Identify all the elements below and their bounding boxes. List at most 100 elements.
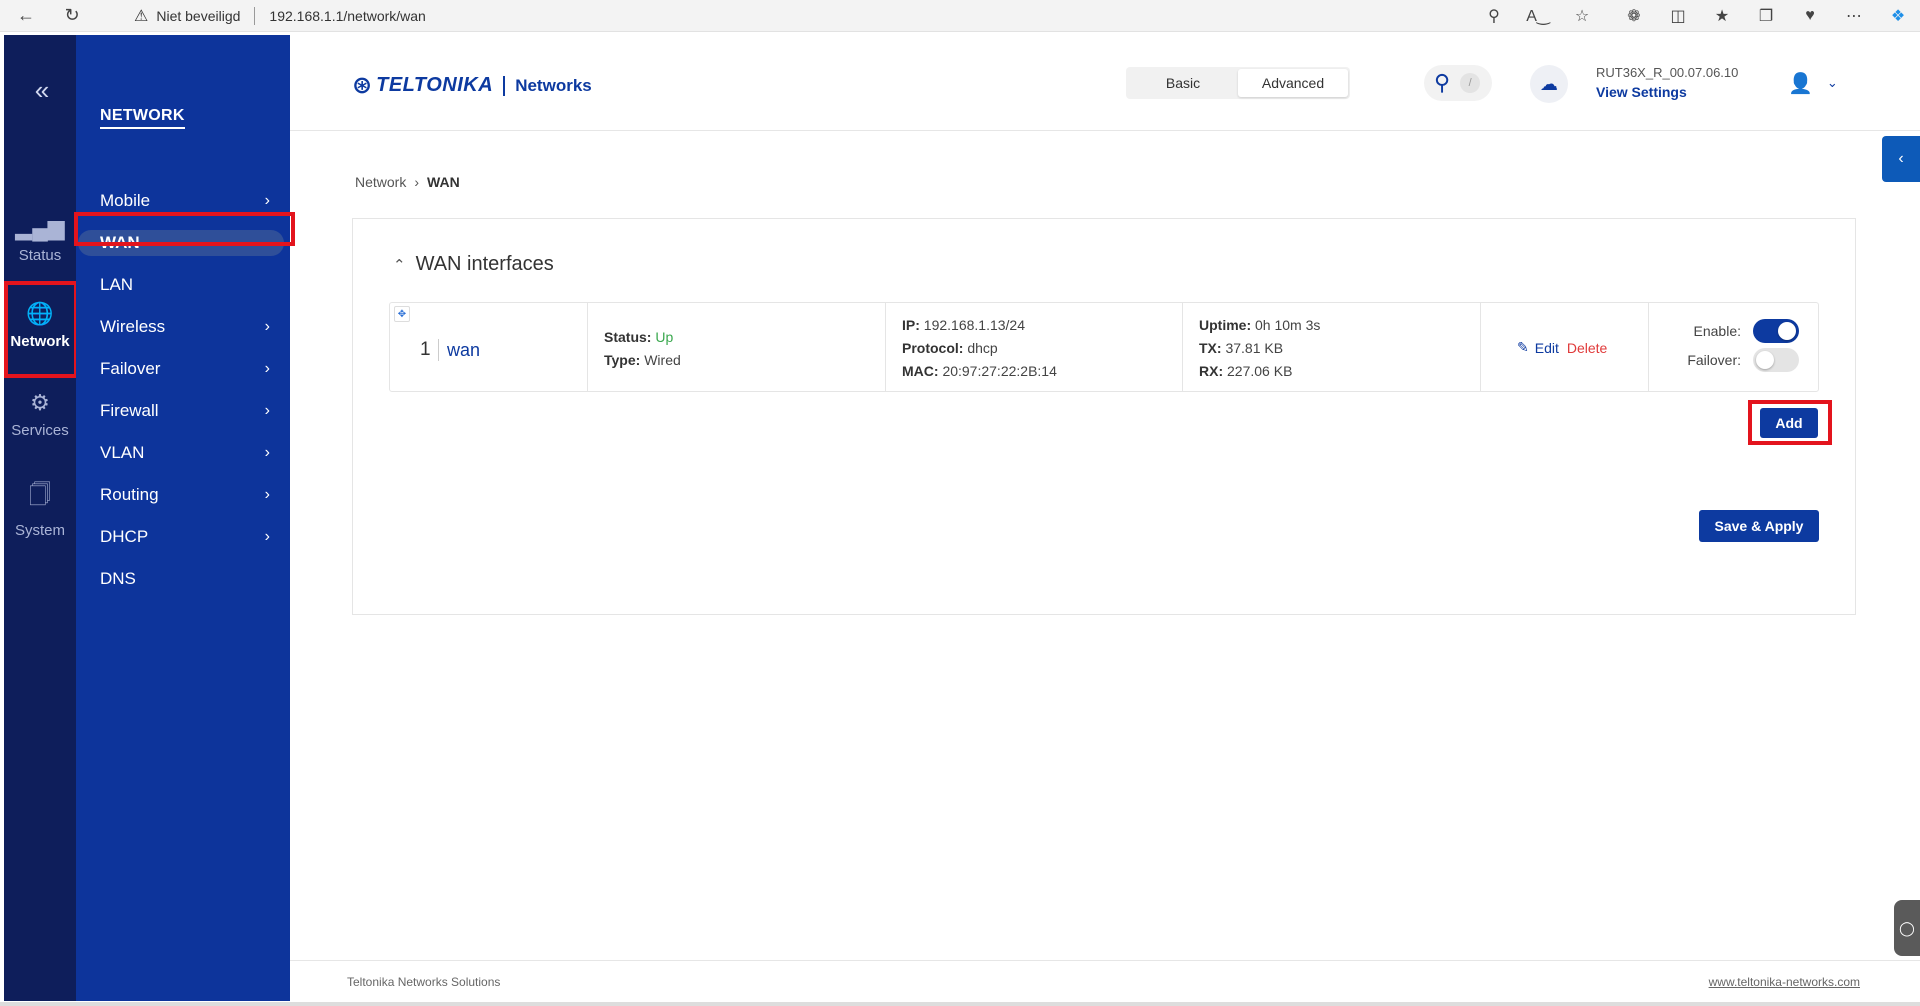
network-cell: IP: 192.168.1.13/24 Protocol: dhcp MAC: … <box>886 303 1183 391</box>
interface-name: wan <box>447 340 481 360</box>
browser-toolbar: ← ↻ ⚠ Niet beveiligd 192.168.1.1/network… <box>0 0 1920 32</box>
enable-label: Enable: <box>1693 323 1741 339</box>
cloud-upload-icon[interactable]: ☁ <box>1530 65 1568 103</box>
rx-value: 227.06 KB <box>1227 363 1293 379</box>
status-line: Status: Up <box>604 329 673 345</box>
nav-item-dhcp[interactable]: DHCP › <box>76 522 290 552</box>
tx-key: TX: <box>1199 340 1222 356</box>
nav-item-label: DHCP <box>100 527 149 546</box>
mode-toggle: Basic Advanced <box>1126 67 1350 99</box>
nav-item-failover[interactable]: Failover › <box>76 354 290 384</box>
highlight-add <box>1748 400 1832 445</box>
mac-value: 20:97:27:22:2B:14 <box>942 363 1057 379</box>
read-aloud-icon[interactable]: A‿ <box>1516 6 1560 26</box>
security-label: Niet beveiligd <box>156 7 241 24</box>
protocol-value: dhcp <box>967 340 998 356</box>
search-button[interactable]: ⚲ / <box>1424 65 1492 101</box>
teltonika-logo[interactable]: ⊛ TELTONIKA Networks <box>352 71 592 100</box>
sidebar-system[interactable]: 🗍 System <box>4 478 76 539</box>
drag-handle-icon[interactable]: ✥ <box>394 306 410 322</box>
signal-icon: ▂▄▆ <box>15 215 65 240</box>
uptime-key: Uptime: <box>1199 317 1252 333</box>
sidebar-system-label: System <box>14 522 65 539</box>
highlight-wan <box>74 212 295 246</box>
refresh-icon[interactable]: ↻ <box>54 0 90 32</box>
pencil-icon: ✎ <box>1517 339 1529 355</box>
chevron-right-icon: › <box>414 174 420 190</box>
chat-icon: ◯ <box>1899 919 1915 936</box>
performance-icon[interactable]: ♥ <box>1788 7 1832 25</box>
key-icon[interactable]: ⚲ <box>1472 6 1516 26</box>
favorite-icon[interactable]: ☆ <box>1560 6 1604 26</box>
edit-label: Edit <box>1534 339 1559 356</box>
url-text[interactable]: 192.168.1.1/network/wan <box>269 8 425 24</box>
collapse-sidebar-icon[interactable]: « <box>4 75 76 106</box>
nav-item-label: Firewall <box>100 401 159 420</box>
interface-name-cell: ✥ 1 wan <box>390 303 588 391</box>
system-icon: 🗍 <box>29 482 51 507</box>
ip-value: 192.168.1.13/24 <box>923 317 1025 333</box>
toggle-knob <box>1778 322 1796 340</box>
section-header[interactable]: ⌃ WAN interfaces <box>393 253 554 276</box>
index-divider <box>438 339 439 361</box>
firmware-info: RUT36X_R_00.07.06.10 View Settings <box>1596 65 1738 100</box>
copilot-icon[interactable]: ❖ <box>1876 6 1920 26</box>
help-widget[interactable]: ◯ <box>1894 900 1920 956</box>
side-panel-toggle[interactable]: ‹ <box>1882 136 1920 182</box>
footer-link[interactable]: www.teltonika-networks.com <box>1709 975 1860 989</box>
toggles-cell: Enable: Failover: <box>1649 303 1818 391</box>
chevron-up-icon[interactable]: ⌃ <box>393 256 406 274</box>
nav-item-routing[interactable]: Routing › <box>76 480 290 510</box>
nav-item-label: Wireless <box>100 317 166 336</box>
ip-key: IP: <box>902 317 920 333</box>
chevron-right-icon: › <box>264 486 270 503</box>
tx-line: TX: 37.81 KB <box>1199 340 1283 356</box>
mode-advanced-button[interactable]: Advanced <box>1238 69 1348 97</box>
nav-item-dns[interactable]: DNS <box>76 564 290 594</box>
nav-item-vlan[interactable]: VLAN › <box>76 438 290 468</box>
favorites-icon[interactable]: ★ <box>1700 6 1744 26</box>
nav-item-label: VLAN <box>100 443 145 462</box>
save-apply-button[interactable]: Save & Apply <box>1699 510 1819 542</box>
protocol-key: Protocol: <box>902 340 964 356</box>
traffic-cell: Uptime: 0h 10m 3s TX: 37.81 KB RX: 227.0… <box>1183 303 1481 391</box>
nav-item-lan[interactable]: LAN <box>76 270 290 300</box>
more-icon[interactable]: ⋯ <box>1832 6 1876 26</box>
row-actions: ✎ Edit Delete <box>1517 339 1607 356</box>
toggle-knob <box>1756 351 1774 369</box>
extensions-icon[interactable]: ❁ <box>1612 6 1656 26</box>
footer: Teltonika Networks Solutions www.teltoni… <box>290 960 1920 1002</box>
logo-brand: TELTONIKA <box>376 74 494 96</box>
user-settings-icon: 👤 <box>1788 72 1813 95</box>
nav-item-wireless[interactable]: Wireless › <box>76 312 290 342</box>
delete-button[interactable]: Delete <box>1567 340 1607 356</box>
split-screen-icon[interactable]: ◫ <box>1656 6 1700 26</box>
failover-toggle[interactable] <box>1753 348 1799 372</box>
protocol-line: Protocol: dhcp <box>902 340 998 356</box>
ip-line: IP: 192.168.1.13/24 <box>902 317 1025 333</box>
actions-cell: ✎ Edit Delete <box>1481 303 1649 391</box>
sidebar-services[interactable]: ⚙ Services <box>4 390 76 439</box>
enable-toggle[interactable] <box>1753 319 1799 343</box>
logo-mark-icon: ⊛ <box>352 72 373 99</box>
status-key: Status: <box>604 329 652 345</box>
chevron-left-icon: ‹ <box>1898 150 1904 167</box>
mode-basic-button[interactable]: Basic <box>1128 69 1238 97</box>
collections-icon[interactable]: ❐ <box>1744 6 1788 26</box>
user-menu[interactable]: 👤 ⌄ <box>1788 67 1848 99</box>
nav-title: NETWORK <box>100 107 185 129</box>
back-icon[interactable]: ← <box>8 0 44 32</box>
tx-value: 37.81 KB <box>1225 340 1284 356</box>
nav-item-firewall[interactable]: Firewall › <box>76 396 290 426</box>
nav-item-label: Failover <box>100 359 161 378</box>
edit-button[interactable]: ✎ Edit <box>1517 339 1559 356</box>
chevron-right-icon: › <box>264 192 270 209</box>
browser-actions: ⚲ A‿ ☆ ❁ ◫ ★ ❐ ♥ ⋯ ❖ <box>1472 0 1920 32</box>
address-bar[interactable]: ⚠ Niet beveiligd 192.168.1.1/network/wan <box>134 0 426 32</box>
sidebar-status[interactable]: ▂▄▆ Status <box>4 215 76 264</box>
breadcrumb-network[interactable]: Network <box>355 174 406 190</box>
logo-divider <box>503 75 506 96</box>
table-row: ✥ 1 wan Status: Up Type: Wired IP: 192.1… <box>389 302 1819 392</box>
view-settings-link[interactable]: View Settings <box>1596 84 1738 100</box>
chevron-right-icon: › <box>264 528 270 545</box>
